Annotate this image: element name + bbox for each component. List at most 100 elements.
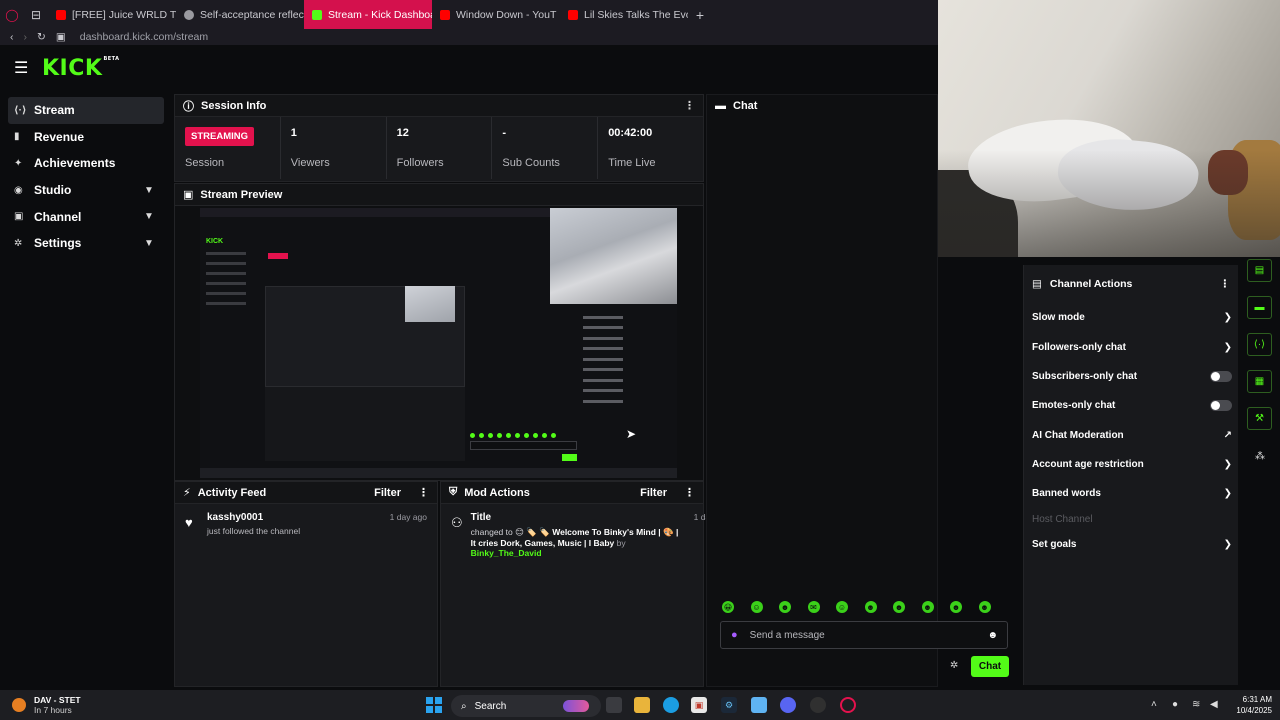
emoji-icon[interactable]: ☻	[987, 630, 998, 641]
session-info-panel: ⓘ Session Info ⋮ STREAMING Session 1 Viewers…	[174, 94, 704, 182]
browser-tab[interactable]: Self-acceptance reflectio	[176, 0, 304, 29]
chevron-down-icon[interactable]: ▼	[144, 211, 164, 222]
preview-line	[206, 302, 246, 305]
microphone-icon[interactable]: ●	[731, 629, 738, 641]
browser-tab[interactable]: Lil Skies Talks The Evolut	[560, 0, 688, 29]
sidebar-item-label: Channel	[34, 209, 82, 224]
file-explorer-icon[interactable]	[634, 697, 650, 713]
action-ai-chat-moderation[interactable]: AI Chat Moderation ↗	[1032, 430, 1232, 441]
kebab-menu-icon[interactable]: ⋮	[684, 486, 695, 499]
panel-title: Activity Feed	[197, 486, 267, 499]
weather-subtitle: In 7 hours	[34, 705, 72, 715]
tab-label: [FREE] Juice WRLD Type	[72, 8, 176, 21]
page-icon	[184, 9, 194, 20]
emote[interactable]: ☻	[950, 601, 962, 613]
app-icon[interactable]: ▣	[691, 697, 707, 713]
widgets-icon[interactable]: ⁂	[1255, 451, 1265, 462]
preview-status-badge	[268, 253, 288, 259]
menu-icon[interactable]: ☰	[14, 58, 40, 78]
action-followers-only-chat[interactable]: Followers-only chat ❯	[1032, 342, 1232, 353]
weather-icon	[12, 698, 26, 712]
emote[interactable]: ☺	[750, 601, 763, 613]
sidebar-item-label: Stream	[34, 103, 75, 118]
new-tab-icon[interactable]: +	[688, 7, 712, 23]
edge-icon[interactable]	[663, 697, 679, 713]
broadcast-icon[interactable]: ⟨·⟩	[1247, 333, 1272, 356]
url-field[interactable]: dashboard.kick.com/stream	[80, 31, 208, 43]
steam-icon[interactable]: ⚙	[721, 697, 737, 713]
browser-tab-active[interactable]: Stream - Kick Dashboard	[304, 0, 432, 29]
stat-value: 00:42:00	[608, 127, 653, 139]
sidebar-item-channel[interactable]: ▣ Channel ▼	[8, 203, 164, 230]
browser-tab[interactable]: Window Down - YouT	[432, 0, 560, 29]
subscribers-only-toggle[interactable]	[1210, 371, 1232, 382]
sidebar-item-achievements[interactable]: ✦ Achievements	[8, 150, 164, 177]
emote[interactable]: ☻	[921, 601, 934, 613]
chat-bubble-icon[interactable]: ▬	[1247, 296, 1272, 319]
panel-header: ⚡ Activity Feed Filter ⋮	[175, 482, 437, 504]
action-account-age-restriction[interactable]: Account age restriction ❯	[1032, 459, 1232, 470]
emote[interactable]: ☻	[779, 601, 791, 613]
wifi-icon[interactable]: ≋	[1192, 699, 1200, 710]
mod-user-link[interactable]: Binky_The_David	[471, 548, 542, 558]
back-icon[interactable]: ‹	[10, 31, 14, 43]
action-set-goals[interactable]: Set goals ❯	[1032, 539, 1232, 550]
preview-chat-button	[562, 454, 577, 461]
layout-icon[interactable]: ▦	[1247, 370, 1272, 393]
emote[interactable]: ☻	[893, 601, 905, 613]
preview-line	[583, 368, 623, 371]
info-icon: ⓘ	[183, 100, 194, 113]
sidebar-item-studio[interactable]: ◉ Studio ▼	[8, 177, 164, 204]
action-banned-words[interactable]: Banned words ❯	[1032, 488, 1232, 499]
sidebar-item-stream[interactable]: ⟨·⟩ Stream	[8, 97, 164, 124]
kebab-menu-icon[interactable]: ⋮	[684, 99, 695, 112]
weather-widget[interactable]: DAV - STET In 7 hours	[12, 695, 81, 715]
activity-feed-panel: ⚡ Activity Feed Filter ⋮ ♥ kasshy0001 just f…	[174, 481, 438, 687]
tab-overview-icon[interactable]: ⊟	[24, 0, 48, 29]
chat-message-input[interactable]: ● Send a message ☻	[720, 621, 1008, 649]
chevron-down-icon[interactable]: ▼	[144, 238, 164, 249]
filter-button[interactable]: Filter	[374, 487, 401, 499]
chevron-down-icon[interactable]: ▼	[144, 185, 164, 196]
chat-send-button[interactable]: Chat	[971, 656, 1009, 677]
microphone-icon[interactable]: ●	[1172, 699, 1178, 710]
taskbar-clock[interactable]: 6:31 AM 10/4/2025	[1230, 694, 1272, 716]
taskbar-search[interactable]: ⌕ Search	[451, 695, 601, 717]
emote[interactable]: ☻	[978, 601, 991, 613]
kebab-menu-icon[interactable]: ⋮	[418, 486, 429, 499]
clipboard-icon[interactable]: ▤	[1247, 259, 1272, 282]
emote[interactable]: ☺	[836, 601, 848, 613]
filter-button[interactable]: Filter	[640, 487, 667, 499]
task-view-icon[interactable]	[606, 697, 622, 713]
channel-icon: ▣	[14, 211, 24, 223]
tray-chevron-icon[interactable]: ˄	[1151, 699, 1157, 710]
volume-icon[interactable]: ◀	[1210, 699, 1218, 710]
obs-icon[interactable]	[810, 697, 826, 713]
opera-icon[interactable]	[840, 697, 856, 713]
cursor-icon: ➤	[626, 427, 637, 441]
emote[interactable]: ✉	[807, 601, 820, 613]
sidebar-item-settings[interactable]: ✲ Settings ▼	[8, 230, 164, 257]
wrench-icon[interactable]: ⚒	[1247, 407, 1272, 430]
browser-tab[interactable]: [FREE] Juice WRLD Type	[48, 0, 176, 29]
kebab-menu-icon[interactable]: ⋮	[1220, 278, 1231, 290]
reload-icon[interactable]: ↻	[37, 31, 46, 43]
discord-icon[interactable]	[780, 697, 796, 713]
sidebar-item-revenue[interactable]: ▮ Revenue	[8, 124, 164, 151]
emotes-only-toggle[interactable]	[1210, 400, 1232, 411]
kick-logo[interactable]: KICKBETA	[42, 56, 120, 81]
forward-icon[interactable]: ›	[24, 31, 28, 43]
emote[interactable]: 😀	[722, 601, 734, 613]
chat-settings-icon[interactable]: ✲	[950, 660, 958, 671]
notepad-icon[interactable]	[751, 697, 767, 713]
preview-taskbar	[200, 468, 677, 478]
gear-icon: ✲	[14, 237, 23, 249]
windows-start-icon[interactable]	[426, 697, 442, 713]
external-link-icon: ↗	[1223, 430, 1232, 441]
preview-line	[206, 292, 246, 295]
panel-title: Chat	[733, 100, 758, 112]
stream-preview-video[interactable]: KICK ➤	[200, 208, 677, 478]
browser-logo-icon[interactable]: ◯	[0, 0, 24, 29]
action-slow-mode[interactable]: Slow mode ❯	[1032, 312, 1232, 323]
emote[interactable]: ☻	[864, 601, 877, 613]
